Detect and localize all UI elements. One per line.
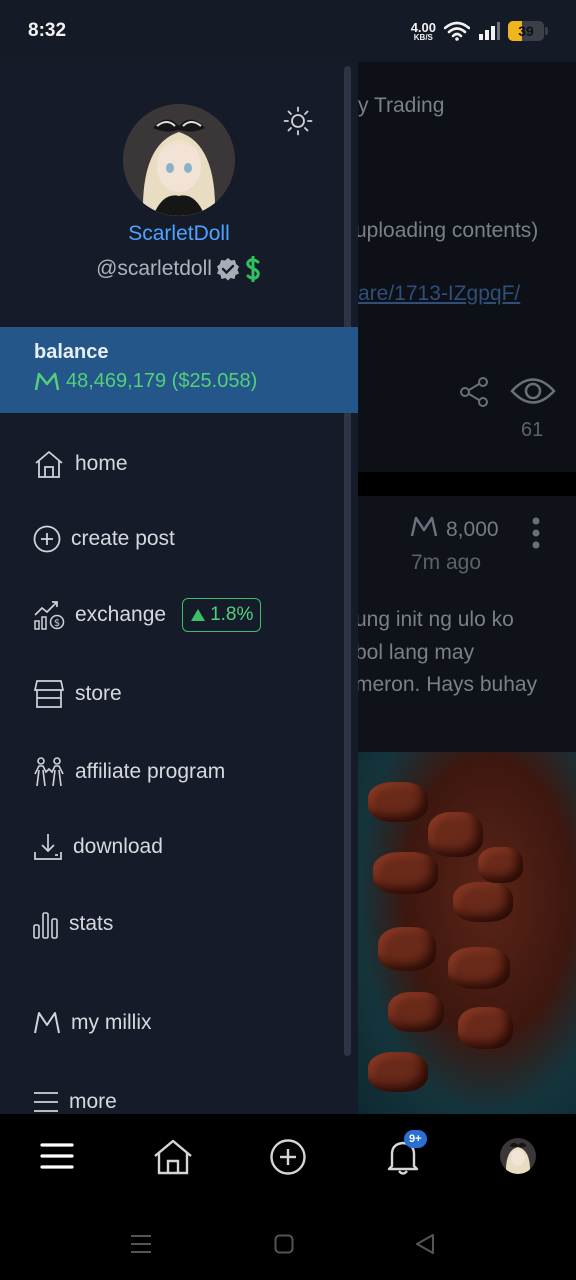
recent-apps-icon[interactable] <box>130 1234 152 1254</box>
status-time: 8:32 <box>28 20 67 41</box>
home-square-icon[interactable] <box>274 1234 294 1254</box>
battery-indicator: 39 <box>508 21 544 41</box>
notification-count-badge: 9+ <box>404 1130 427 1148</box>
balance-panel[interactable]: balance 48,469,179 ($25.058) <box>0 327 358 413</box>
menu-label: store <box>75 682 122 705</box>
more-vertical-icon[interactable] <box>530 516 542 550</box>
exchange-chart-icon: $ <box>34 601 65 630</box>
battery-level: 39 <box>518 23 534 39</box>
system-nav-bar <box>0 1202 576 1280</box>
menu-label: affiliate program <box>75 760 226 783</box>
net-speed: 4.00 KB/S <box>411 21 436 42</box>
handle-row: @scarletdoll <box>0 256 358 282</box>
menu-item-store[interactable]: store <box>33 679 122 709</box>
verified-badge-icon <box>216 258 239 281</box>
net-speed-value: 4.00 <box>410 19 436 35</box>
menu-label: exchange <box>75 603 167 626</box>
menu-lines-icon <box>34 1092 58 1112</box>
balance-value: 48,469,179 ($25.058) <box>66 370 258 392</box>
net-speed-unit: KB/S <box>413 32 433 42</box>
menu-label: download <box>73 835 163 858</box>
menu-label: stats <box>69 912 114 935</box>
stats-bars-icon <box>33 912 58 939</box>
menu-item-download[interactable]: download <box>33 832 163 862</box>
millix-icon <box>34 1012 60 1034</box>
affiliate-people-icon <box>34 757 64 787</box>
menu-item-affiliate-program[interactable]: affiliate program <box>33 756 225 788</box>
plus-circle-icon <box>33 525 61 553</box>
share-icon[interactable] <box>458 376 490 408</box>
menu-label: home <box>75 452 128 475</box>
post-time: 7m ago <box>411 551 482 574</box>
menu-item-stats[interactable]: stats <box>33 909 113 939</box>
status-icons: 4.00 KB/S 39 <box>411 21 548 42</box>
menu-label: create post <box>71 527 175 550</box>
post-text-line: meron. Hays buhay <box>355 673 538 696</box>
display-name[interactable]: ScarletDoll <box>0 222 358 246</box>
views-count: 61 <box>521 419 544 441</box>
home-icon[interactable] <box>152 1138 194 1176</box>
create-post-icon[interactable] <box>269 1138 307 1176</box>
millix-icon <box>410 516 438 537</box>
hamburger-menu-icon[interactable] <box>40 1142 74 1170</box>
feed-card-text: y Trading <box>358 94 445 117</box>
wifi-icon <box>444 21 470 41</box>
svg-text:$: $ <box>54 618 60 629</box>
menu-item-exchange[interactable]: $ exchange 1.8% <box>33 598 262 632</box>
sun-icon[interactable] <box>283 106 313 136</box>
post-image[interactable] <box>358 752 576 1114</box>
post-text-line: bol lang may <box>355 641 475 664</box>
store-icon <box>33 680 65 708</box>
bottom-nav: 9+ <box>0 1114 576 1202</box>
back-triangle-icon[interactable] <box>414 1233 436 1255</box>
notifications-button[interactable]: 9+ <box>386 1130 427 1176</box>
triangle-up-icon <box>191 609 206 621</box>
exchange-change-badge: 1.8% <box>182 598 262 632</box>
exchange-change-value: 1.8% <box>210 604 254 625</box>
feed-card-text: uploading contents) <box>355 219 539 242</box>
avatar[interactable] <box>123 104 235 216</box>
balance-label: balance <box>34 341 109 363</box>
home-icon <box>35 451 63 478</box>
menu-item-my-millix[interactable]: my millix <box>33 1011 151 1035</box>
balance-value-row: 48,469,179 ($25.058) <box>34 370 358 393</box>
menu-item-more[interactable]: more <box>33 1090 117 1114</box>
profile-avatar[interactable] <box>500 1138 536 1174</box>
menu-item-create-post[interactable]: create post <box>33 525 175 553</box>
feed-card-link[interactable]: are/1713-IZgpqF/ <box>358 282 520 306</box>
side-drawer: ScarletDoll @scarletdoll balance 48,469,… <box>0 62 358 1114</box>
user-handle: @scarletdoll <box>96 257 212 280</box>
millix-icon <box>34 372 60 390</box>
views-eye-icon <box>510 378 556 404</box>
drawer-scrollbar[interactable] <box>344 66 351 1056</box>
menu-item-home[interactable]: home <box>33 448 128 480</box>
post-text-line: ung init ng ulo ko <box>355 608 514 631</box>
status-bar: 8:32 4.00 KB/S 39 <box>0 0 576 62</box>
signal-icon <box>479 22 500 40</box>
dollar-icon <box>246 256 260 282</box>
download-icon <box>34 834 62 860</box>
post-amount: 8,000 <box>446 518 499 541</box>
menu-label: more <box>69 1090 117 1113</box>
battery-cap <box>545 27 548 35</box>
menu-label: my millix <box>71 1011 152 1034</box>
